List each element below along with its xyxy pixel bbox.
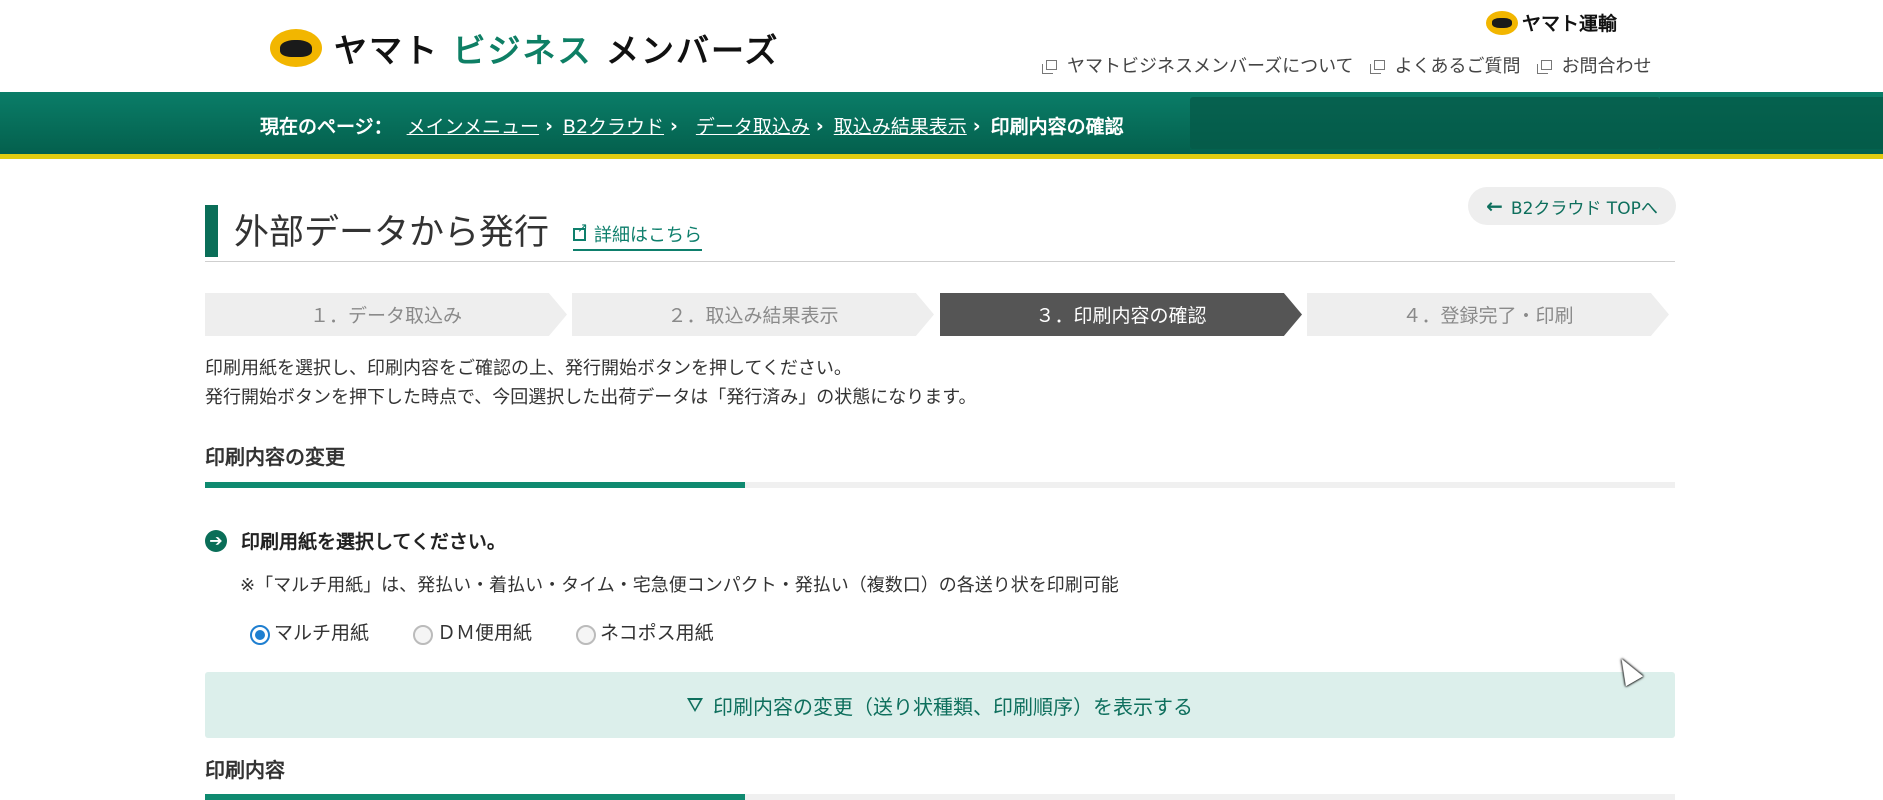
paper-note: ※「マルチ用紙」は、発払い・着払い・タイム・宅急便コンパクト・発払い（複数口）の… bbox=[240, 575, 1119, 596]
intro-line-1: 印刷用紙を選択し、印刷内容をご確認の上、発行開始ボタンを押してください。 bbox=[205, 358, 852, 379]
triangle-down-icon bbox=[687, 698, 703, 712]
title-accent-bar bbox=[205, 205, 218, 257]
step-3: ３．印刷内容の確認 bbox=[940, 293, 1302, 336]
section-divider-accent bbox=[205, 482, 745, 488]
chevron-right-icon: › bbox=[972, 114, 981, 137]
section-divider bbox=[205, 482, 1675, 488]
detail-link-label: 詳細はこちら bbox=[594, 225, 703, 246]
chevron-right-icon: › bbox=[545, 114, 553, 137]
corp-logo-text: ヤマト運輸 bbox=[1522, 13, 1618, 35]
external-link-icon bbox=[573, 221, 588, 241]
section-heading-print-change: 印刷内容の変更 bbox=[205, 445, 345, 469]
step-1-label: １．データ取込み bbox=[309, 305, 462, 327]
page-title-row: 外部データから発行 詳細はこちら bbox=[205, 205, 703, 257]
faq-link[interactable]: よくあるご質問 bbox=[1369, 52, 1521, 78]
paper-radio-group: マルチ用紙 ＤＭ便用紙 ネコポス用紙 bbox=[250, 617, 758, 645]
breadcrumb-bar-shade bbox=[1660, 97, 1883, 149]
step-4: ４．登録完了・印刷 bbox=[1307, 293, 1669, 336]
breadcrumb-current: 印刷内容の確認 bbox=[990, 116, 1124, 138]
title-divider bbox=[205, 261, 1675, 262]
b2-cloud-top-button[interactable]: ← B2クラウド TOPへ bbox=[1468, 187, 1676, 225]
logo-text-part2: ビジネス bbox=[452, 31, 593, 70]
section-divider-accent bbox=[205, 794, 745, 800]
breadcrumb: 現在のページ： メインメニュー › B2クラウド › データ取込み › 取込み結… bbox=[260, 112, 1124, 139]
cat-logo-icon bbox=[270, 29, 322, 67]
contact-link[interactable]: お問合わせ bbox=[1536, 52, 1652, 78]
breadcrumb-import-results[interactable]: 取込み結果表示 bbox=[834, 112, 967, 139]
chevron-right-icon: › bbox=[670, 114, 678, 137]
intro-line-2: 発行開始ボタンを押下した時点で、今回選択した出荷データは「発行済み」の状態になり… bbox=[205, 387, 977, 408]
step-3-label: ３．印刷内容の確認 bbox=[1035, 305, 1207, 327]
window-icon bbox=[1042, 60, 1057, 74]
radio-button[interactable] bbox=[413, 625, 434, 645]
header-links: ヤマトビジネスメンバーズについて よくあるご質問 お問合わせ bbox=[1042, 52, 1652, 78]
step-2-label: ２．取込み結果表示 bbox=[667, 305, 839, 327]
yamato-transport-logo[interactable]: ヤマト運輸 bbox=[1486, 9, 1617, 36]
chevron-right-icon: › bbox=[815, 114, 824, 137]
arrow-left-icon: ← bbox=[1486, 194, 1503, 218]
logo-text-part1: ヤマト bbox=[334, 31, 439, 70]
circle-arrow-right-icon: ➔ bbox=[205, 529, 227, 552]
show-print-change-label: 印刷内容の変更（送り状種類、印刷順序）を表示する bbox=[713, 694, 1193, 719]
faq-link-label: よくあるご質問 bbox=[1394, 56, 1521, 77]
step-4-label: ４．登録完了・印刷 bbox=[1402, 305, 1574, 327]
intro-text: 印刷用紙を選択し、印刷内容をご確認の上、発行開始ボタンを押してください。 発行開… bbox=[205, 354, 976, 412]
progress-steps: １．データ取込み ２．取込み結果表示 ３．印刷内容の確認 ４．登録完了・印刷 bbox=[205, 293, 1675, 336]
breadcrumb-label: 現在のページ： bbox=[260, 116, 393, 138]
breadcrumb-bar: 現在のページ： メインメニュー › B2クラウド › データ取込み › 取込み結… bbox=[0, 92, 1883, 159]
step-2: ２．取込み結果表示 bbox=[572, 293, 934, 336]
site-logo[interactable]: ヤマト ビジネス メンバーズ bbox=[270, 24, 779, 72]
detail-link[interactable]: 詳細はこちら bbox=[573, 221, 703, 251]
logo-text-part3: メンバーズ bbox=[606, 31, 780, 70]
radio-nekopos-paper-label: ネコポス用紙 bbox=[600, 621, 714, 644]
show-print-change-toggle[interactable]: 印刷内容の変更（送り状種類、印刷順序）を表示する bbox=[205, 672, 1675, 738]
radio-button[interactable] bbox=[250, 625, 270, 645]
window-icon bbox=[1369, 60, 1385, 74]
breadcrumb-main-menu[interactable]: メインメニュー bbox=[407, 112, 539, 139]
radio-dm-paper[interactable]: ＤＭ便用紙 bbox=[413, 617, 532, 645]
logo-text: ヤマト ビジネス メンバーズ bbox=[334, 24, 779, 72]
about-link-label: ヤマトビジネスメンバーズについて bbox=[1067, 56, 1354, 77]
section-divider bbox=[205, 794, 1675, 800]
step-1: １．データ取込み bbox=[205, 293, 567, 336]
radio-button[interactable] bbox=[576, 625, 597, 645]
window-icon bbox=[1536, 60, 1552, 74]
paper-question-label: 印刷用紙を選択してください。 bbox=[241, 531, 506, 553]
radio-multi-paper[interactable]: マルチ用紙 bbox=[250, 617, 369, 645]
b2-cloud-top-button-label: B2クラウド TOPへ bbox=[1510, 198, 1658, 219]
radio-nekopos-paper[interactable]: ネコポス用紙 bbox=[576, 617, 714, 645]
breadcrumb-bar-shade bbox=[1190, 97, 1660, 149]
page-title: 外部データから発行 bbox=[234, 213, 550, 253]
radio-dm-paper-label: ＤＭ便用紙 bbox=[437, 621, 533, 644]
paper-question: ➔ 印刷用紙を選択してください。 bbox=[205, 527, 506, 554]
contact-link-label: お問合わせ bbox=[1561, 56, 1652, 77]
section-heading-print-content: 印刷内容 bbox=[205, 758, 285, 782]
about-link[interactable]: ヤマトビジネスメンバーズについて bbox=[1042, 52, 1354, 78]
breadcrumb-data-import[interactable]: データ取込み bbox=[696, 112, 810, 139]
site-header: ヤマト ビジネス メンバーズ ヤマト運輸 ヤマトビジネスメンバーズについて よく… bbox=[0, 0, 1883, 92]
cat-logo-small-icon bbox=[1486, 10, 1518, 35]
radio-multi-paper-label: マルチ用紙 bbox=[274, 621, 370, 644]
breadcrumb-b2-cloud[interactable]: B2クラウド bbox=[563, 112, 664, 139]
